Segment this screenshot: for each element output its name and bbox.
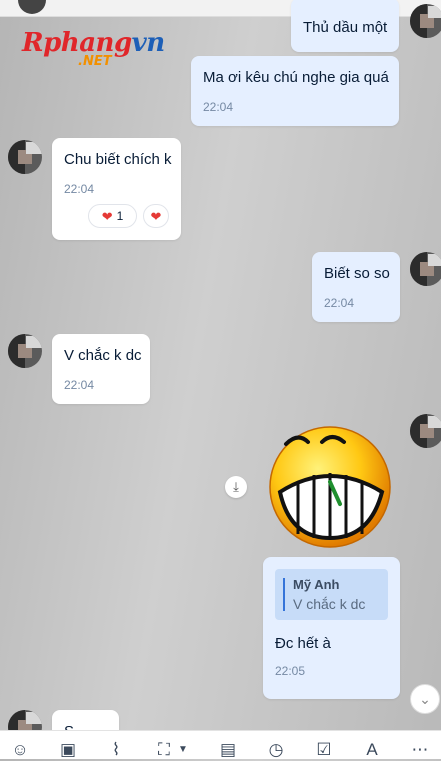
message-text: Chu biết chích k bbox=[64, 151, 172, 168]
message-bubble[interactable]: Biết so so 22:04 bbox=[312, 252, 400, 322]
message-text: Thủ dầu một bbox=[303, 19, 388, 36]
react-button[interactable]: ❤ bbox=[143, 204, 169, 228]
message-time: 22:04 bbox=[64, 378, 95, 392]
message-time: 22:04 bbox=[64, 182, 95, 196]
grinning-emoji-sticker[interactable] bbox=[260, 420, 400, 550]
avatar[interactable] bbox=[8, 140, 42, 174]
chevron-down-icon: ⌄ bbox=[419, 690, 431, 707]
download-icon[interactable]: ⤓ bbox=[225, 476, 247, 498]
reply-quote-text: V chắc k dc bbox=[293, 596, 366, 612]
message-bubble[interactable]: Mỹ Anh V chắc k dc Đc hết à 22:05 bbox=[263, 557, 400, 699]
watermark-logo: Rphangvn .NET bbox=[22, 28, 165, 69]
avatar[interactable] bbox=[410, 414, 441, 448]
heart-icon: ❤ bbox=[150, 208, 162, 224]
reply-quote[interactable]: Mỹ Anh V chắc k dc bbox=[275, 569, 388, 620]
composer-toolbar: ☺ ▣ ⌇ ⛶ ▼ ▤ ◷ ☑ A ⋯ bbox=[0, 730, 441, 759]
message-time: 22:04 bbox=[324, 296, 355, 310]
avatar[interactable] bbox=[8, 334, 42, 368]
message-bubble[interactable]: Thủ dầu một bbox=[291, 0, 399, 52]
message-time: 22:05 bbox=[275, 664, 306, 678]
message-text: Biết so so bbox=[324, 265, 390, 282]
reply-quote-name: Mỹ Anh bbox=[293, 577, 340, 592]
message-text: Ma ơi kêu chú nghe gia quá bbox=[203, 69, 389, 86]
message-text: Đc hết à bbox=[275, 635, 331, 652]
header-avatar[interactable] bbox=[18, 0, 46, 14]
avatar[interactable] bbox=[410, 252, 441, 286]
avatar[interactable] bbox=[410, 4, 441, 38]
reaction-count: 1 bbox=[116, 209, 124, 223]
message-bubble[interactable]: Ma ơi kêu chú nghe gia quá 22:04 bbox=[191, 56, 399, 126]
message-bubble[interactable]: V chắc k dc 22:04 bbox=[52, 334, 150, 404]
scroll-to-bottom-button[interactable]: ⌄ bbox=[410, 684, 440, 714]
message-time: 22:04 bbox=[203, 100, 234, 114]
reaction-count-pill[interactable]: ❤ 1 bbox=[88, 204, 137, 228]
heart-icon: ❤ bbox=[101, 208, 113, 224]
message-text: V chắc k dc bbox=[64, 347, 142, 364]
